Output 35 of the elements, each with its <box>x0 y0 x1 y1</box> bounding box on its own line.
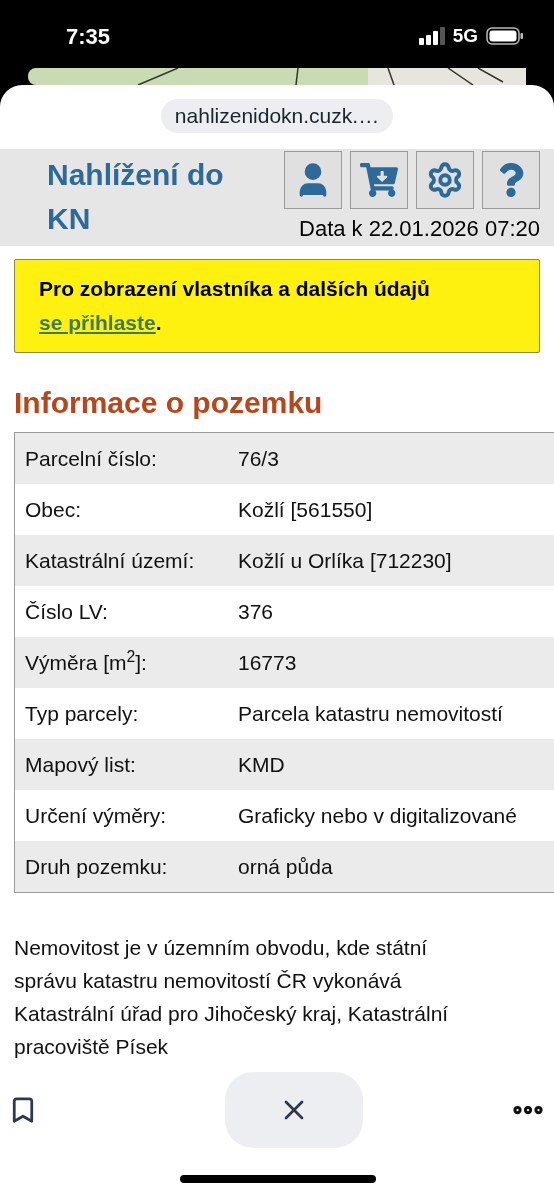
signal-icon <box>418 27 445 45</box>
user-button[interactable] <box>284 151 342 209</box>
row-value: Kožlí [561550] <box>238 496 373 523</box>
office-paragraph: Nemovitost je v územním obvodu, kde státní správu katastru nemovitostí ČR vykonává Katastrální úřad pro Jihočeský kraj, Katastrální pracoviště Písek <box>14 935 450 1060</box>
row-value: Kožlí u Orlíka [712230] <box>238 547 452 574</box>
settings-button[interactable] <box>416 151 474 209</box>
row-value: Graficky nebo v digitalizované <box>238 802 517 829</box>
settings-icon <box>426 161 464 199</box>
row-label: Katastrální území: <box>24 547 196 574</box>
row-value: orná půda <box>238 853 333 880</box>
row-label: Mapový list: <box>24 751 137 778</box>
login-notice: Pro zobrazení vlastníka a dalších údajů se přihlaste. <box>14 259 540 353</box>
row-value: 16773 <box>238 649 297 676</box>
row-label: Obec: <box>24 496 83 523</box>
login-link[interactable]: se přihlaste <box>39 311 156 334</box>
help-button[interactable] <box>482 151 540 209</box>
row-label: Výměra [m$^{2}$]: <box>24 646 148 676</box>
row-label: Číslo LV: <box>24 598 109 625</box>
cart-icon <box>360 161 398 199</box>
row-label: Určení výměry: <box>24 802 168 829</box>
row-label: Parcelní číslo: <box>24 445 158 472</box>
url-bar[interactable]: nahlizenidokn.cuzk.… <box>160 99 394 133</box>
site-title[interactable]: Nahlížení do KN <box>47 149 267 246</box>
row-label: Druh pozemku: <box>24 853 169 880</box>
cart-button[interactable] <box>350 151 408 209</box>
section-title: Informace o pozemku <box>14 385 324 421</box>
network-label: 5G <box>452 23 478 48</box>
row-value: KMD <box>238 751 285 778</box>
row-label: Typ parcely: <box>24 700 140 727</box>
data-date: Data k 22.01.2026 07:20 <box>299 215 540 243</box>
row-value: 76/3 <box>238 445 279 472</box>
status-time: 7:35 <box>66 22 111 51</box>
row-value: Parcela katastru nemovitostí <box>238 700 503 727</box>
battery-icon <box>486 27 524 45</box>
row-value: 376 <box>238 598 274 625</box>
